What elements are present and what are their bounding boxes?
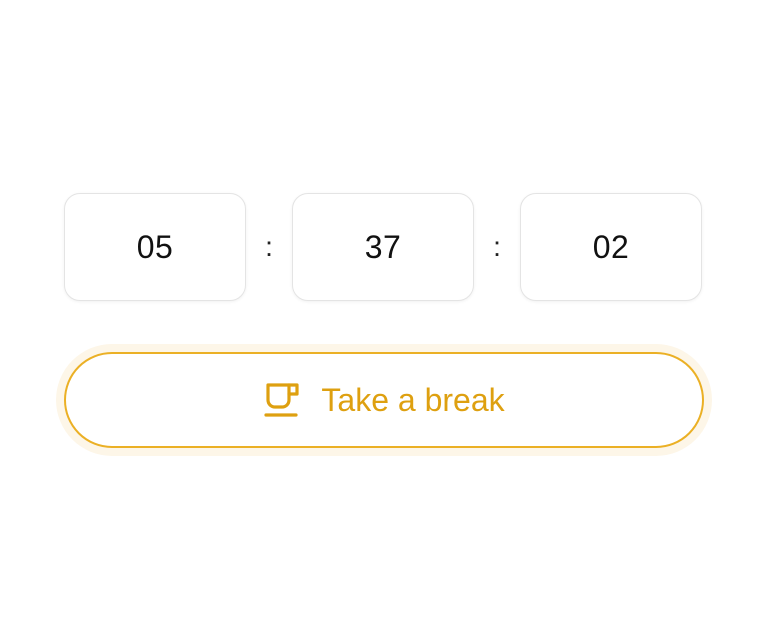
take-a-break-button-inner[interactable]: Take a break <box>64 352 704 448</box>
take-a-break-label: Take a break <box>321 381 505 418</box>
seconds-box: 02 <box>520 193 702 301</box>
coffee-cup-icon <box>263 381 301 419</box>
minutes-value: 37 <box>364 228 402 265</box>
time-separator: : <box>265 231 273 262</box>
hours-box: 05 <box>64 193 246 301</box>
hours-value: 05 <box>136 228 174 265</box>
countdown-timer: 05 : 37 : 02 <box>64 192 704 302</box>
minutes-box: 37 <box>292 193 474 301</box>
time-separator: : <box>493 231 501 262</box>
seconds-value: 02 <box>592 228 630 265</box>
take-a-break-button[interactable]: Take a break <box>56 344 712 456</box>
